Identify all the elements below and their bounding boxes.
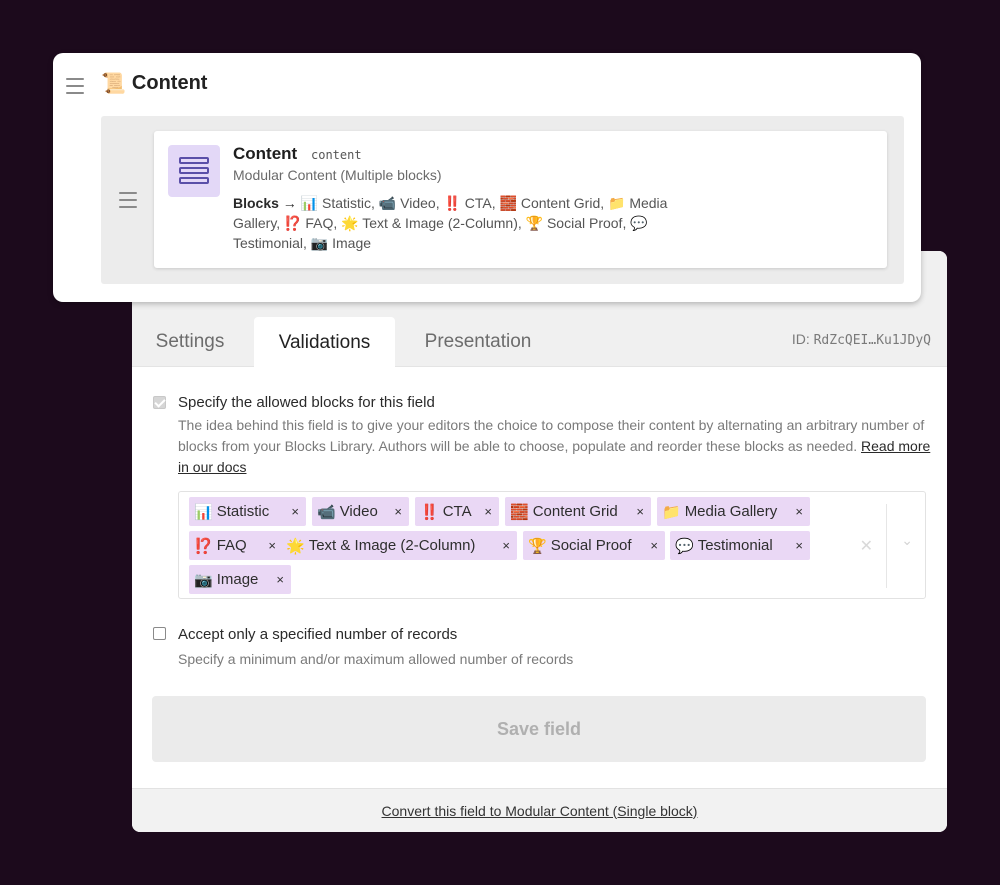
allowed-blocks-title: Specify the allowed blocks for this fiel…: [178, 394, 435, 411]
bricks-icon: 🧱: [510, 503, 529, 521]
allowed-blocks-hint-text: The idea behind this field is to give yo…: [178, 417, 925, 454]
tag-label: Statistic: [216, 503, 270, 520]
convert-field-link[interactable]: Convert this field to Modular Content (S…: [382, 803, 698, 819]
folder-icon: 📁: [662, 503, 681, 521]
video-camera-icon: 📹: [317, 503, 336, 521]
remove-tag-icon[interactable]: ×: [795, 538, 803, 553]
block-name: Content: [233, 144, 298, 163]
field-id: ID: RdZcQEI…Ku1JDyQ: [792, 331, 931, 348]
question-exclamation-icon: ⁉️: [194, 537, 213, 555]
bar-chart-icon: 📊: [194, 503, 213, 521]
block-list: Blocks → 📊 Statistic, 📹 Video, ‼️ CTA, 🧱…: [233, 193, 713, 253]
remove-tag-icon[interactable]: ×: [502, 538, 510, 553]
tab-validations[interactable]: Validations: [254, 317, 395, 368]
tag-label: Media Gallery: [684, 503, 778, 520]
tag-label: CTA: [442, 503, 472, 520]
records-limit-title: Accept only a specified number of record…: [178, 626, 458, 643]
allowed-blocks-select[interactable]: 📊 Statistic × 📹 Video × ‼️ CTA × 🧱 Conte…: [178, 491, 926, 599]
tag-label: Social Proof: [550, 537, 632, 554]
field-editor-panel: Settings Validations Presentation ID: Rd…: [132, 251, 947, 832]
card-title: 📜 Content: [101, 71, 207, 96]
tag-testimonial: 💬 Testimonial ×: [670, 531, 810, 560]
tag-label: Testimonial: [697, 537, 773, 554]
records-limit-checkbox[interactable]: [153, 627, 166, 640]
tag-text-image: 🌟 Text & Image (2-Column) ×: [281, 531, 517, 560]
tag-content-grid: 🧱 Content Grid ×: [505, 497, 651, 526]
remove-tag-icon[interactable]: ×: [795, 504, 803, 519]
tag-faq: ⁉️ FAQ ×: [189, 531, 283, 560]
tag-social-proof: 🏆 Social Proof ×: [523, 531, 665, 560]
remove-tag-icon[interactable]: ×: [650, 538, 658, 553]
field-id-value: RdZcQEI…Ku1JDyQ: [813, 333, 931, 348]
tag-video: 📹 Video ×: [312, 497, 409, 526]
tag-cta: ‼️ CTA ×: [415, 497, 499, 526]
block-api-key: content: [311, 148, 362, 162]
double-exclamation-icon: ‼️: [420, 503, 439, 521]
block-row: Content content Modular Content (Multipl…: [101, 116, 904, 284]
star-icon: 🌟: [286, 537, 305, 555]
save-field-button[interactable]: Save field: [152, 696, 926, 762]
tab-presentation[interactable]: Presentation: [418, 317, 538, 367]
tag-label: Text & Image (2-Column): [308, 537, 476, 554]
scroll-icon: 📜: [101, 73, 126, 95]
chevron-down-icon[interactable]: ⌄: [901, 532, 913, 549]
block-type: Modular Content (Multiple blocks): [233, 167, 442, 183]
tag-label: Content Grid: [532, 503, 618, 520]
tag-label: Image: [216, 571, 259, 588]
tag-image: 📷 Image ×: [189, 565, 291, 594]
tab-settings[interactable]: Settings: [150, 317, 230, 367]
tag-label: Video: [339, 503, 378, 520]
field-card: 📜 Content Content content Modular Conten…: [53, 53, 921, 302]
remove-tag-icon[interactable]: ×: [636, 504, 644, 519]
stacked-blocks-icon: [168, 145, 220, 197]
field-id-label: ID:: [791, 331, 810, 347]
records-limit-hint: Specify a minimum and/or maximum allowed…: [178, 651, 574, 667]
drag-handle-icon[interactable]: [66, 78, 84, 99]
speech-bubble-icon: 💬: [675, 537, 694, 555]
tag-label: FAQ: [216, 537, 247, 554]
block-card[interactable]: Content content Modular Content (Multipl…: [154, 131, 887, 268]
blocks-label: Blocks →: [233, 195, 297, 211]
remove-tag-icon[interactable]: ×: [291, 504, 299, 519]
remove-tag-icon[interactable]: ×: [484, 504, 492, 519]
tag-media-gallery: 📁 Media Gallery ×: [657, 497, 810, 526]
select-separator: [886, 504, 887, 588]
clear-all-icon[interactable]: ✕: [860, 536, 873, 556]
remove-tag-icon[interactable]: ×: [268, 538, 276, 553]
card-title-text: Content: [131, 72, 208, 94]
tag-statistic: 📊 Statistic ×: [189, 497, 306, 526]
remove-tag-icon[interactable]: ×: [394, 504, 402, 519]
allowed-blocks-hint: The idea behind this field is to give yo…: [178, 415, 938, 478]
remove-tag-icon[interactable]: ×: [276, 572, 284, 587]
trophy-icon: 🏆: [528, 537, 547, 555]
footer: Convert this field to Modular Content (S…: [132, 788, 947, 832]
blocks-summary: 📊 Statistic, 📹 Video, ‼️ CTA, 🧱 Content …: [233, 195, 668, 251]
drag-handle-icon[interactable]: [119, 192, 137, 213]
camera-icon: 📷: [194, 571, 213, 589]
allowed-blocks-checkbox[interactable]: [153, 396, 166, 409]
